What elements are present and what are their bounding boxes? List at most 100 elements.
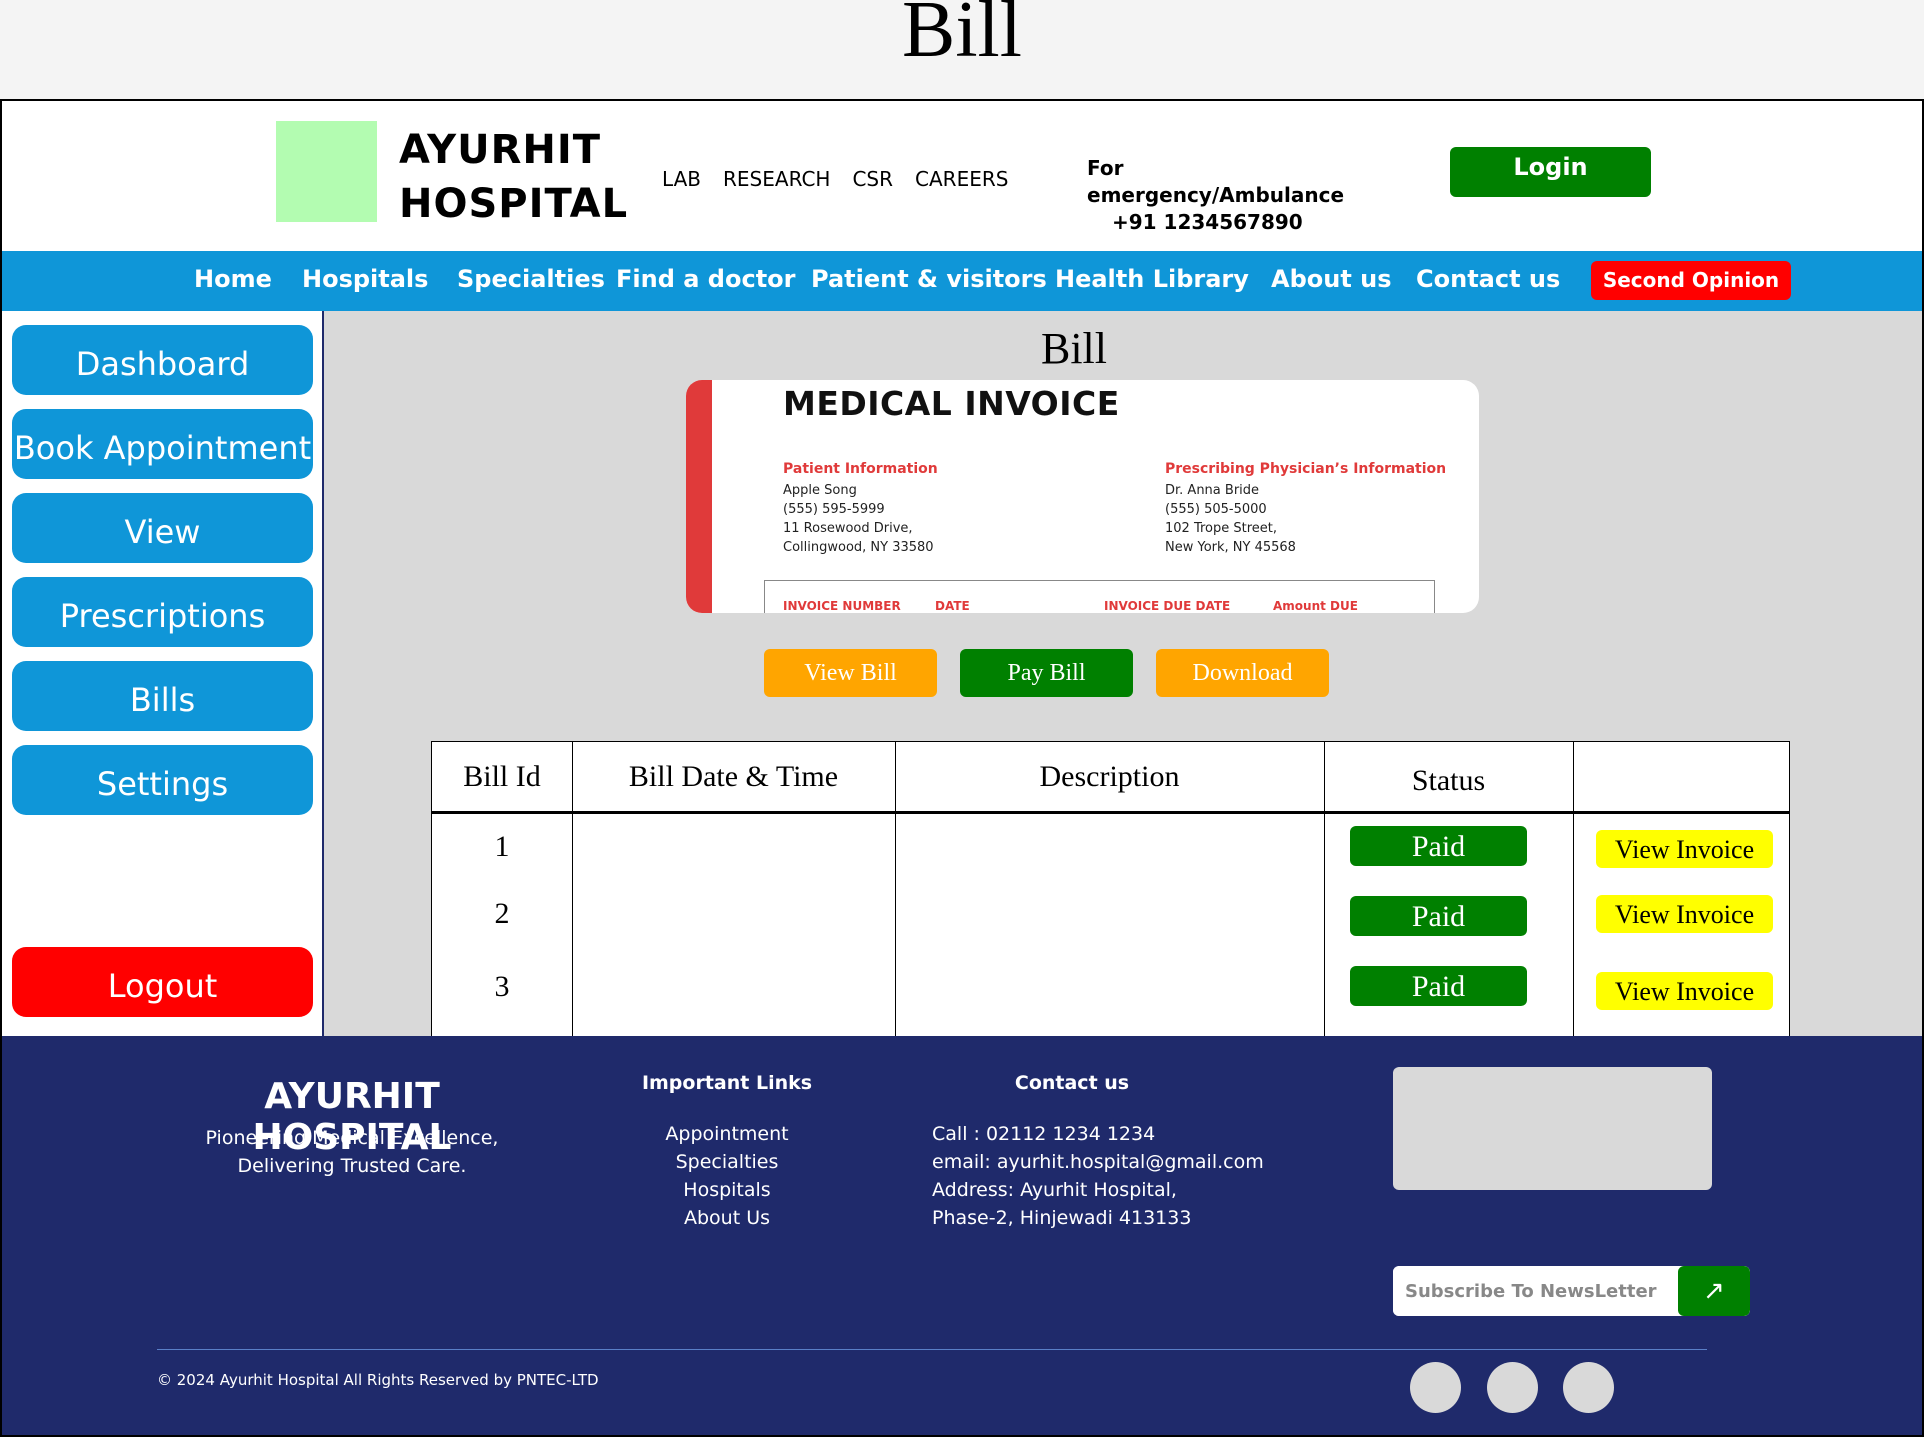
site-footer: AYURHIT HOSPITAL Pioneering Medical Exce… xyxy=(2,1036,1922,1435)
bill-heading: Bill xyxy=(1040,324,1108,373)
footer-link-appointment[interactable]: Appointment xyxy=(622,1120,832,1148)
subscribe-button[interactable]: ↗ xyxy=(1678,1266,1750,1316)
col-header-status: Status xyxy=(1411,764,1486,797)
patient-name: Apple Song xyxy=(783,483,857,498)
footer-divider xyxy=(157,1349,1707,1350)
main-content: Bill MEDICAL INVOICE Patient Information… xyxy=(324,311,1922,1038)
status-badge: Paid xyxy=(1350,966,1527,1006)
col-header-bill-date: Bill Date & Time xyxy=(628,760,839,793)
nav-specialties[interactable]: Specialties xyxy=(457,265,605,293)
sidebar-item-settings[interactable]: Settings xyxy=(12,745,313,815)
top-link-csr[interactable]: CSR xyxy=(852,167,893,191)
pay-bill-button[interactable]: Pay Bill xyxy=(960,649,1133,697)
physician-info: Prescribing Physician’s Information Dr. … xyxy=(1165,460,1446,557)
nav-hospitals[interactable]: Hospitals xyxy=(302,265,428,293)
view-invoice-button[interactable]: View Invoice xyxy=(1596,972,1773,1010)
invoice-summary-table: INVOICE NUMBER DATE INVOICE DUE DATE Amo… xyxy=(764,580,1435,613)
footer-tagline-line-2: Delivering Trusted Care. xyxy=(237,1155,467,1177)
main-nav: Home Hospitals Specialties Find a doctor… xyxy=(2,251,1922,311)
emergency-label: For emergency/Ambulance xyxy=(1087,156,1345,207)
physician-info-heading: Prescribing Physician’s Information xyxy=(1165,461,1447,477)
col-divider xyxy=(572,742,573,1038)
patient-address-1: 11 Rosewood Drive, xyxy=(783,521,913,536)
app-frame: AYURHIT HOSPITAL LAB RESEARCH CSR CAREER… xyxy=(0,99,1924,1437)
invoice-number-header: INVOICE NUMBER xyxy=(783,599,901,613)
footer-contact: Call : 02112 1234 1234 email: ayurhit.ho… xyxy=(932,1120,1264,1232)
invoice-date-header: DATE xyxy=(935,599,970,613)
status-badge: Paid xyxy=(1350,826,1527,866)
nav-patient-visitors[interactable]: Patient & visitors xyxy=(811,265,1047,293)
contact-address-2: Phase-2, Hinjewadi 413133 xyxy=(932,1207,1192,1229)
patient-address-2: Collingwood, NY 33580 xyxy=(783,540,934,555)
footer-link-about-us[interactable]: About Us xyxy=(622,1204,832,1232)
map-placeholder[interactable] xyxy=(1393,1067,1712,1190)
social-icon[interactable] xyxy=(1563,1362,1614,1413)
brand-line-2: HOSPITAL xyxy=(399,181,629,227)
nav-home[interactable]: Home xyxy=(194,265,272,293)
view-invoice-button[interactable]: View Invoice xyxy=(1596,895,1773,933)
newsletter-subscribe: ↗ xyxy=(1393,1266,1750,1316)
login-button[interactable]: Login xyxy=(1450,147,1651,197)
invoice-title: MEDICAL INVOICE xyxy=(783,384,1120,423)
physician-address-1: 102 Trope Street, xyxy=(1165,521,1278,536)
contact-email[interactable]: email: ayurhit.hospital@gmail.com xyxy=(932,1148,1264,1176)
col-divider xyxy=(1324,742,1325,1038)
page-title: Bill xyxy=(901,0,1023,74)
top-link-careers[interactable]: CAREERS xyxy=(915,167,1008,191)
status-badge: Paid xyxy=(1350,896,1527,936)
sidebar-item-view-appointments[interactable]: View Appointments xyxy=(12,493,313,629)
footer-link-hospitals[interactable]: Hospitals xyxy=(622,1176,832,1204)
physician-name: Dr. Anna Bride xyxy=(1165,483,1260,498)
bill-id-cell: 2 xyxy=(494,897,510,930)
emergency-phone: +91 1234567890 xyxy=(1112,210,1303,234)
brand-line-1: AYURHIT xyxy=(399,127,602,173)
arrow-up-right-icon: ↗ xyxy=(1703,1276,1725,1306)
logo-image[interactable] xyxy=(276,121,377,222)
nav-contact-us[interactable]: Contact us xyxy=(1416,265,1560,293)
footer-tagline: Pioneering Medical Excellence, Deliverin… xyxy=(162,1124,542,1180)
patient-phone: (555) 595-5999 xyxy=(783,502,885,517)
footer-tagline-line-1: Pioneering Medical Excellence, xyxy=(205,1127,499,1149)
sidebar-item-dashboard[interactable]: Dashboard xyxy=(12,325,313,395)
col-divider xyxy=(1573,742,1574,1038)
invoice-accent-bar xyxy=(686,380,712,613)
sidebar-item-book-appointment[interactable]: Book Appointment xyxy=(12,409,313,479)
view-invoice-button[interactable]: View Invoice xyxy=(1596,830,1773,868)
view-bill-button[interactable]: View Bill xyxy=(764,649,937,697)
social-icon[interactable] xyxy=(1487,1362,1538,1413)
copyright-text: © 2024 Ayurhit Hospital All Rights Reser… xyxy=(157,1371,599,1389)
col-header-bill-id: Bill Id xyxy=(463,760,541,793)
col-header-description: Description xyxy=(1039,760,1180,793)
footer-links-heading: Important Links xyxy=(641,1072,813,1094)
invoice-preview[interactable]: MEDICAL INVOICE Patient Information Appl… xyxy=(686,380,1479,613)
bills-table: Bill Id Bill Date & Time Description Sta… xyxy=(431,741,1790,1038)
download-button[interactable]: Download xyxy=(1156,649,1329,697)
social-icon[interactable] xyxy=(1410,1362,1461,1413)
site-header: AYURHIT HOSPITAL LAB RESEARCH CSR CAREER… xyxy=(2,101,1922,251)
sidebar-item-prescriptions[interactable]: Prescriptions xyxy=(12,577,313,647)
physician-address-2: New York, NY 45568 xyxy=(1165,540,1296,555)
top-link-lab[interactable]: LAB xyxy=(662,167,701,191)
top-link-research[interactable]: RESEARCH xyxy=(723,167,830,191)
nav-about-us[interactable]: About us xyxy=(1271,265,1392,293)
bill-id-cell: 3 xyxy=(494,970,510,1003)
nav-find-doctor[interactable]: Find a doctor xyxy=(616,265,795,293)
nav-health-library[interactable]: Health Library xyxy=(1055,265,1249,293)
brand-name: AYURHIT HOSPITAL xyxy=(399,123,628,231)
sidebar-item-bills[interactable]: Bills xyxy=(12,661,313,731)
invoice-due-date-header: INVOICE DUE DATE xyxy=(1104,599,1231,613)
footer-link-specialties[interactable]: Specialties xyxy=(622,1148,832,1176)
bill-id-cell: 1 xyxy=(494,830,510,863)
table-header-divider xyxy=(432,811,1789,814)
patient-info: Patient Information Apple Song (555) 595… xyxy=(783,460,938,557)
contact-address-1: Address: Ayurhit Hospital, xyxy=(932,1179,1177,1201)
footer-links: Appointment Specialties Hospitals About … xyxy=(622,1120,832,1232)
logout-button[interactable]: Logout xyxy=(12,947,313,1017)
emergency-contact: For emergency/Ambulance +91 1234567890 xyxy=(1087,155,1357,236)
footer-contact-heading: Contact us xyxy=(1014,1072,1130,1094)
physician-phone: (555) 505-5000 xyxy=(1165,502,1267,517)
newsletter-email-input[interactable] xyxy=(1393,1266,1678,1316)
contact-phone: Call : 02112 1234 1234 xyxy=(932,1123,1156,1145)
top-links: LAB RESEARCH CSR CAREERS xyxy=(662,167,1008,191)
second-opinion-button[interactable]: Second Opinion xyxy=(1591,261,1791,300)
